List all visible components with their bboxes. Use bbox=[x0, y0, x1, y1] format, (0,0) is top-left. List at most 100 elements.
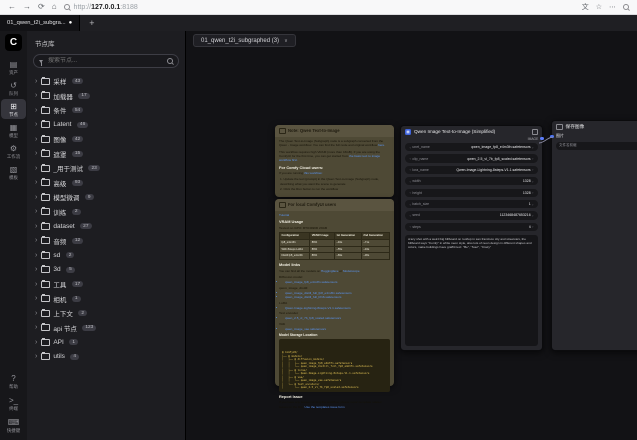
widget-value[interactable]: 1328 bbox=[523, 179, 531, 183]
chevron-right-icon[interactable]: › bbox=[35, 353, 37, 360]
widget-row[interactable]: ‹ batch_size 1 › bbox=[405, 199, 538, 209]
chevron-right-icon[interactable]: › bbox=[35, 223, 37, 230]
node-title-bar[interactable]: ▦ Qwen Image Text-to-Image (Simplified) bbox=[401, 126, 542, 137]
save-image-node[interactable]: 保存图像 图片 文件名前缀 bbox=[550, 120, 637, 351]
sidebar-bottom-item[interactable]: ⌨ 快捷键 bbox=[1, 415, 26, 435]
tree-category-row[interactable]: › 上下文 2 bbox=[27, 306, 185, 321]
sidebar-item[interactable]: ↺ 队列 bbox=[1, 78, 26, 98]
sidebar-item[interactable]: ⚙ 工作流 bbox=[1, 141, 26, 161]
note-node-local-users[interactable]: For local ComfyUI users Tutorial VRAM Us… bbox=[275, 199, 394, 409]
widget-value[interactable]: 1328 bbox=[523, 191, 531, 195]
note-node-title[interactable]: For local ComfyUI users bbox=[275, 199, 394, 211]
widget-value[interactable]: qwen_image_fp8_e4m3fn.safetensors bbox=[471, 145, 530, 149]
widget-right-arrow-icon[interactable]: › bbox=[531, 224, 535, 229]
workflow-selector-button[interactable]: 01_qwen_t2i_subgraphed (3) ∨ bbox=[193, 34, 296, 47]
address-bar[interactable]: http://127.0.0.1:8188 bbox=[63, 4, 575, 11]
widget-right-arrow-icon[interactable]: › bbox=[531, 167, 535, 172]
widget-row[interactable]: ‹ seed 1123468487653216 › bbox=[405, 211, 538, 220]
widget-right-arrow-icon[interactable]: › bbox=[531, 145, 535, 150]
zoom-search-icon[interactable] bbox=[623, 4, 629, 10]
chevron-right-icon[interactable]: › bbox=[35, 150, 37, 157]
model-file-link[interactable]: qwen_image_vae.safetensors bbox=[285, 327, 390, 331]
chevron-right-icon[interactable]: › bbox=[35, 295, 37, 302]
qwen-t2i-node[interactable]: ▦ Qwen Image Text-to-Image (Simplified) … bbox=[400, 125, 544, 351]
tree-category-row[interactable]: › 训练 2 bbox=[27, 205, 185, 220]
widget-row[interactable]: ‹ height 1328 › bbox=[405, 188, 538, 197]
workflow-tab[interactable]: 01_qwen_t2i_subgra... ● bbox=[0, 15, 81, 31]
widget-value[interactable]: qwen_2.5_vl_7b_fp8_scaled.safetensors bbox=[467, 157, 530, 161]
tree-category-row[interactable]: › 条件 54 bbox=[27, 103, 185, 118]
filename-prefix-widget[interactable]: 文件名前缀 bbox=[556, 142, 637, 150]
chevron-right-icon[interactable]: › bbox=[35, 310, 37, 317]
tree-category-row[interactable]: › sd 2 bbox=[27, 248, 185, 263]
chevron-right-icon[interactable]: › bbox=[35, 237, 37, 244]
widget-row[interactable]: ‹ unet_name qwen_image_fp8_e4m3fn.safete… bbox=[405, 143, 538, 152]
model-file-link[interactable]: qwen_2.5_vl_7b_fp8_scaled.safetensors bbox=[285, 316, 390, 320]
widget-row[interactable]: ‹ lora_name Qwen-Image-Lightning-8steps-… bbox=[405, 165, 538, 175]
widget-right-arrow-icon[interactable]: › bbox=[531, 190, 535, 195]
more-menu-icon[interactable]: ⋯ bbox=[609, 4, 616, 11]
node-title-bar[interactable]: 保存图像 bbox=[552, 121, 637, 132]
sidebar-bottom-item[interactable]: >_ 终端 bbox=[1, 393, 26, 413]
widget-value[interactable]: Qwen-Image-Lightning-8steps-V1.1.safeten… bbox=[456, 168, 530, 172]
node-search-input[interactable] bbox=[46, 57, 164, 65]
node-search-box[interactable] bbox=[33, 54, 179, 68]
chevron-right-icon[interactable]: › bbox=[35, 281, 37, 288]
widget-right-arrow-icon[interactable]: › bbox=[531, 202, 535, 207]
chevron-right-icon[interactable]: › bbox=[35, 165, 37, 172]
new-workflow-button[interactable]: + bbox=[80, 15, 103, 31]
translate-icon[interactable]: 文 bbox=[582, 4, 589, 11]
model-file-link[interactable]: qwen_image_fp8_e4m3fn.safetensors bbox=[285, 280, 390, 284]
chevron-right-icon[interactable]: › bbox=[35, 121, 37, 128]
widget-row[interactable]: ‹ clip_name qwen_2.5_vl_7b_fp8_scaled.sa… bbox=[405, 154, 538, 163]
widget-right-arrow-icon[interactable]: › bbox=[531, 179, 535, 184]
chevron-right-icon[interactable]: › bbox=[35, 136, 37, 143]
tree-category-row[interactable]: › 高级 93 bbox=[27, 176, 185, 191]
note-node-qwen-t2i[interactable]: Note: Qwen Text-to-Image The Qwen Text-t… bbox=[275, 125, 394, 197]
tree-category-row[interactable]: › dataset 27 bbox=[27, 219, 185, 234]
sidebar-item[interactable]: ▧ 模板 bbox=[1, 162, 26, 182]
tree-category-row[interactable]: › utils 4 bbox=[27, 350, 185, 365]
widget-row[interactable]: ‹ steps 4 › bbox=[405, 222, 538, 231]
sidebar-item[interactable]: ⊞ 节点 bbox=[1, 99, 26, 119]
prompt-textarea[interactable]: crazy shot with a weird big billboard on… bbox=[405, 234, 538, 346]
tree-category-row[interactable]: › 工具 17 bbox=[27, 277, 185, 292]
tree-category-row[interactable]: › 3d 5 bbox=[27, 263, 185, 278]
url-text[interactable]: http://127.0.0.1:8188 bbox=[74, 4, 138, 11]
modelscope-link[interactable]: Modelscope bbox=[343, 269, 360, 273]
back-icon[interactable]: ← bbox=[8, 3, 16, 11]
tree-category-row[interactable]: › api 节点 123 bbox=[27, 321, 185, 336]
graph-canvas[interactable]: 01_qwen_t2i_subgraphed (3) ∨ Note: Qwen … bbox=[186, 31, 637, 440]
model-file-link[interactable]: qwen_image_distill_full_bf16.safetensors bbox=[285, 295, 390, 299]
tree-category-row[interactable]: › 遮罩 15 bbox=[27, 147, 185, 162]
widget-right-arrow-icon[interactable]: › bbox=[531, 156, 535, 161]
comfyui-logo[interactable]: C bbox=[5, 34, 22, 51]
chevron-right-icon[interactable]: › bbox=[35, 92, 37, 99]
tree-category-row[interactable]: › API 1 bbox=[27, 335, 185, 350]
favorite-star-icon[interactable]: ☆ bbox=[596, 4, 602, 11]
tree-category-row[interactable]: › Latent 46 bbox=[27, 118, 185, 133]
note-node-title[interactable]: Note: Qwen Text-to-Image bbox=[275, 125, 394, 137]
forward-icon[interactable]: → bbox=[23, 3, 31, 11]
chevron-right-icon[interactable]: › bbox=[35, 194, 37, 201]
tree-category-row[interactable]: › _用于测试 23 bbox=[27, 161, 185, 176]
refresh-icon[interactable]: ⟳ bbox=[38, 3, 45, 11]
model-file-link[interactable]: Qwen-Image-Lightning-8steps-V1.1.safeten… bbox=[285, 306, 390, 310]
chevron-right-icon[interactable]: › bbox=[35, 266, 37, 273]
chevron-right-icon[interactable]: › bbox=[35, 339, 37, 346]
tree-category-row[interactable]: › 音频 12 bbox=[27, 234, 185, 249]
chevron-right-icon[interactable]: › bbox=[35, 78, 37, 85]
tree-category-row[interactable]: › 图像 42 bbox=[27, 132, 185, 147]
chevron-right-icon[interactable]: › bbox=[35, 324, 37, 331]
issue-form-link[interactable]: Use the templates issue form bbox=[304, 405, 344, 409]
note-link[interactable]: here. bbox=[378, 143, 385, 147]
widget-right-arrow-icon[interactable]: › bbox=[531, 213, 535, 218]
huggingface-link[interactable]: Huggingface bbox=[321, 269, 338, 273]
chevron-right-icon[interactable]: › bbox=[35, 252, 37, 259]
sidebar-item[interactable]: ▦ 模型 bbox=[1, 120, 26, 140]
sidebar-item[interactable]: ▤ 资产 bbox=[1, 57, 26, 77]
tree-category-row[interactable]: › 模型微调 9 bbox=[27, 190, 185, 205]
note-link[interactable]: this workflow: bbox=[304, 171, 323, 175]
home-icon[interactable]: ⌂ bbox=[52, 3, 57, 11]
tree-category-row[interactable]: › 加载器 17 bbox=[27, 89, 185, 104]
